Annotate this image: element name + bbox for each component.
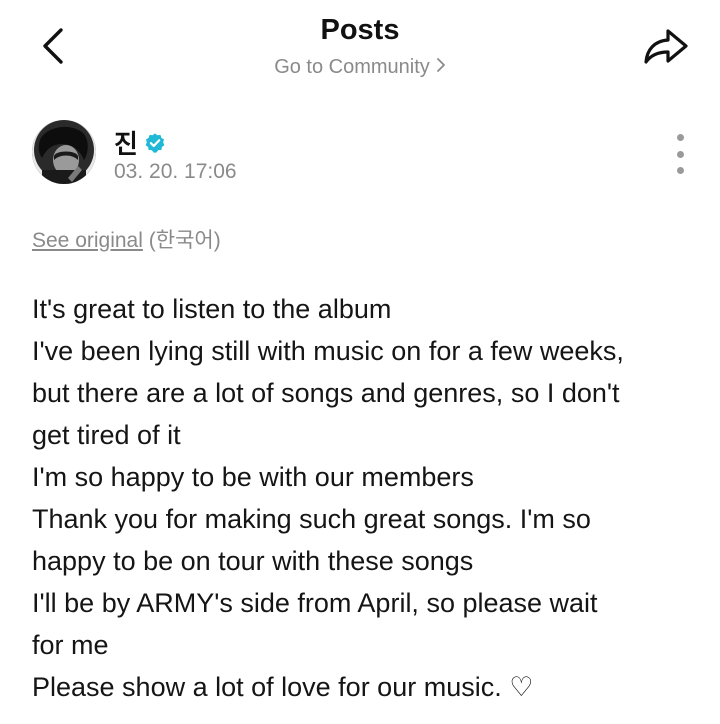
see-original-link[interactable]: See original [32, 229, 143, 252]
post-body-line: I'll be by ARMY's side from April, so pl… [32, 588, 598, 618]
top-bar: Posts Go to Community [0, 0, 720, 100]
more-vertical-icon-dot [676, 167, 684, 174]
more-vertical-icon-dot [676, 150, 684, 158]
verified-badge-icon [145, 132, 165, 153]
go-to-community-label: Go to Community [274, 56, 430, 78]
post-body-line: happy to be on tour with these songs [32, 546, 474, 576]
more-vertical-icon-dot [676, 134, 684, 141]
post-body: It's great to listen to the album I've b… [32, 288, 702, 708]
post-body-line: I'm so happy to be with our members [32, 462, 474, 492]
go-to-community-link[interactable]: Go to Community [0, 56, 720, 79]
chevron-right-icon [436, 56, 446, 79]
post-body-line: for me [32, 630, 109, 660]
post-body-line: get tired of it [32, 420, 181, 450]
author-name[interactable]: 진 [114, 124, 166, 161]
page-title: Posts [320, 14, 400, 46]
post-body-line: It's great to listen to the album [32, 294, 392, 324]
translation-row: See original (한국어) [32, 224, 221, 254]
post-author-row: 진 03. 20. 17:06 [32, 120, 692, 190]
post-body-line: Please show a lot of love for our music.… [32, 672, 534, 702]
original-language-label: (한국어) [148, 229, 221, 252]
more-options-button[interactable] [668, 134, 692, 174]
share-arrow-icon [644, 29, 688, 64]
post-body-line: Thank you for making such great songs. I… [32, 504, 591, 534]
post-body-line: I've been lying still with music on for … [32, 336, 624, 366]
post-timestamp: 03. 20. 17:06 [114, 160, 237, 183]
share-button[interactable] [636, 18, 696, 74]
post-body-line: but there are a lot of songs and genres,… [32, 378, 620, 408]
avatar-photo [32, 120, 96, 184]
avatar[interactable] [32, 120, 96, 184]
author-name-text: 진 [114, 129, 138, 159]
